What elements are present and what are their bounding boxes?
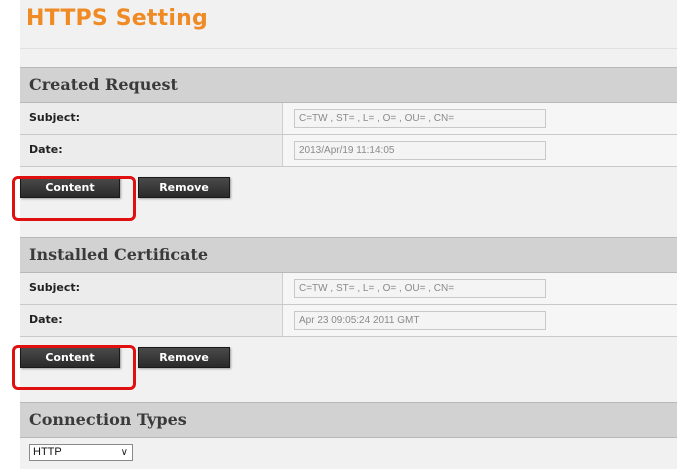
created-request-header: Created Request xyxy=(20,67,677,103)
connection-types-header: Connection Types xyxy=(20,402,677,438)
connection-type-selected: HTTP xyxy=(33,446,62,458)
page-title: HTTPS Setting xyxy=(26,6,208,31)
installed-certificate-date-field: Apr 23 09:05:24 2011 GMT xyxy=(294,311,546,330)
created-request-subject-label: Subject: xyxy=(20,103,283,134)
installed-certificate-subject-label: Subject: xyxy=(20,273,283,304)
installed-certificate-date-label: Date: xyxy=(20,305,283,336)
content-button-highlight xyxy=(12,176,136,221)
connection-types-section: Connection Types xyxy=(20,402,677,438)
created-request-date-row: Date: 2013/Apr/19 11:14:05 xyxy=(20,135,677,167)
created-request-remove-button[interactable]: Remove xyxy=(138,177,230,198)
content-button-highlight xyxy=(12,345,136,390)
installed-certificate-header: Installed Certificate xyxy=(20,237,677,273)
installed-certificate-subject-field: C=TW , ST= , L= , O= , OU= , CN= xyxy=(294,279,546,298)
title-divider xyxy=(20,48,677,49)
installed-certificate-remove-button[interactable]: Remove xyxy=(138,347,230,368)
chevron-down-icon: ∨ xyxy=(120,447,128,458)
connection-type-select[interactable]: HTTP ∨ xyxy=(29,444,133,461)
created-request-subject-field: C=TW , ST= , L= , O= , OU= , CN= xyxy=(294,109,546,128)
installed-certificate-date-row: Date: Apr 23 09:05:24 2011 GMT xyxy=(20,305,677,337)
created-request-date-label: Date: xyxy=(20,135,283,166)
https-setting-page: HTTPS Setting Created Request Subject: C… xyxy=(12,0,677,469)
created-request-date-field: 2013/Apr/19 11:14:05 xyxy=(294,141,546,160)
installed-certificate-subject-row: Subject: C=TW , ST= , L= , O= , OU= , CN… xyxy=(20,273,677,305)
created-request-subject-row: Subject: C=TW , ST= , L= , O= , OU= , CN… xyxy=(20,103,677,135)
